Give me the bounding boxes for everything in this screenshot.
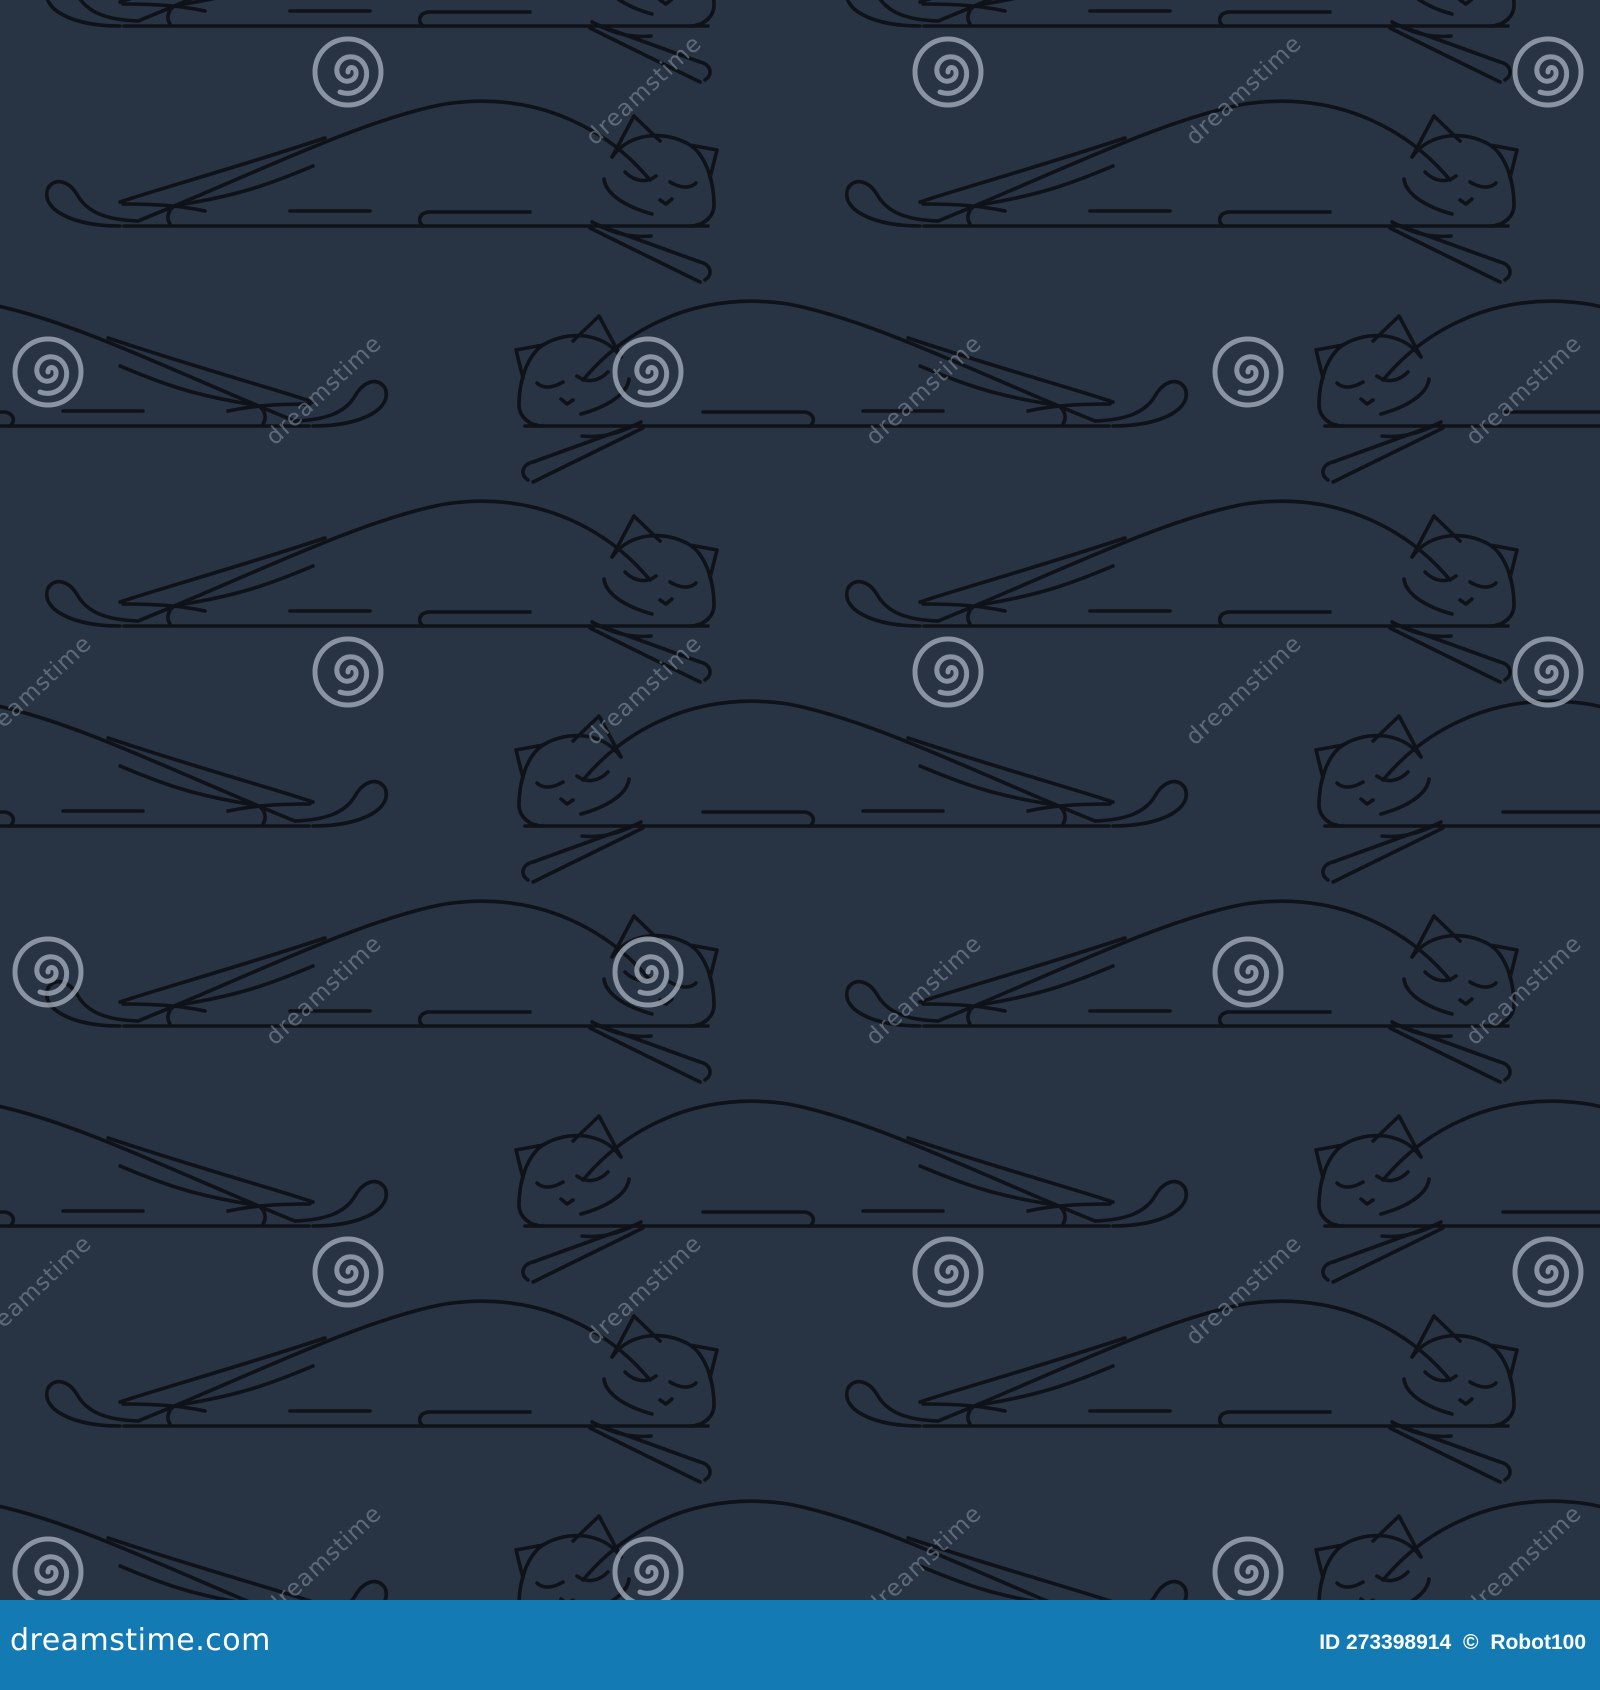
footer-bar: dreamstime.com ID 273398914 © Robot100 [0, 1600, 1600, 1690]
author-name[interactable]: Robot100 [1490, 1631, 1586, 1654]
footer-brand[interactable]: dreamstime.com [10, 1623, 271, 1658]
copyright-symbol: © [1462, 1631, 1479, 1654]
image-id: ID 273398914 [1319, 1631, 1452, 1654]
cat-pattern-artwork: dreamstime dreamstime dreamstime dreamstime… [0, 0, 1600, 1600]
image-metadata: ID 273398914 © Robot100 [1319, 1631, 1586, 1655]
sleeping-cat-pattern [0, 0, 1600, 1600]
